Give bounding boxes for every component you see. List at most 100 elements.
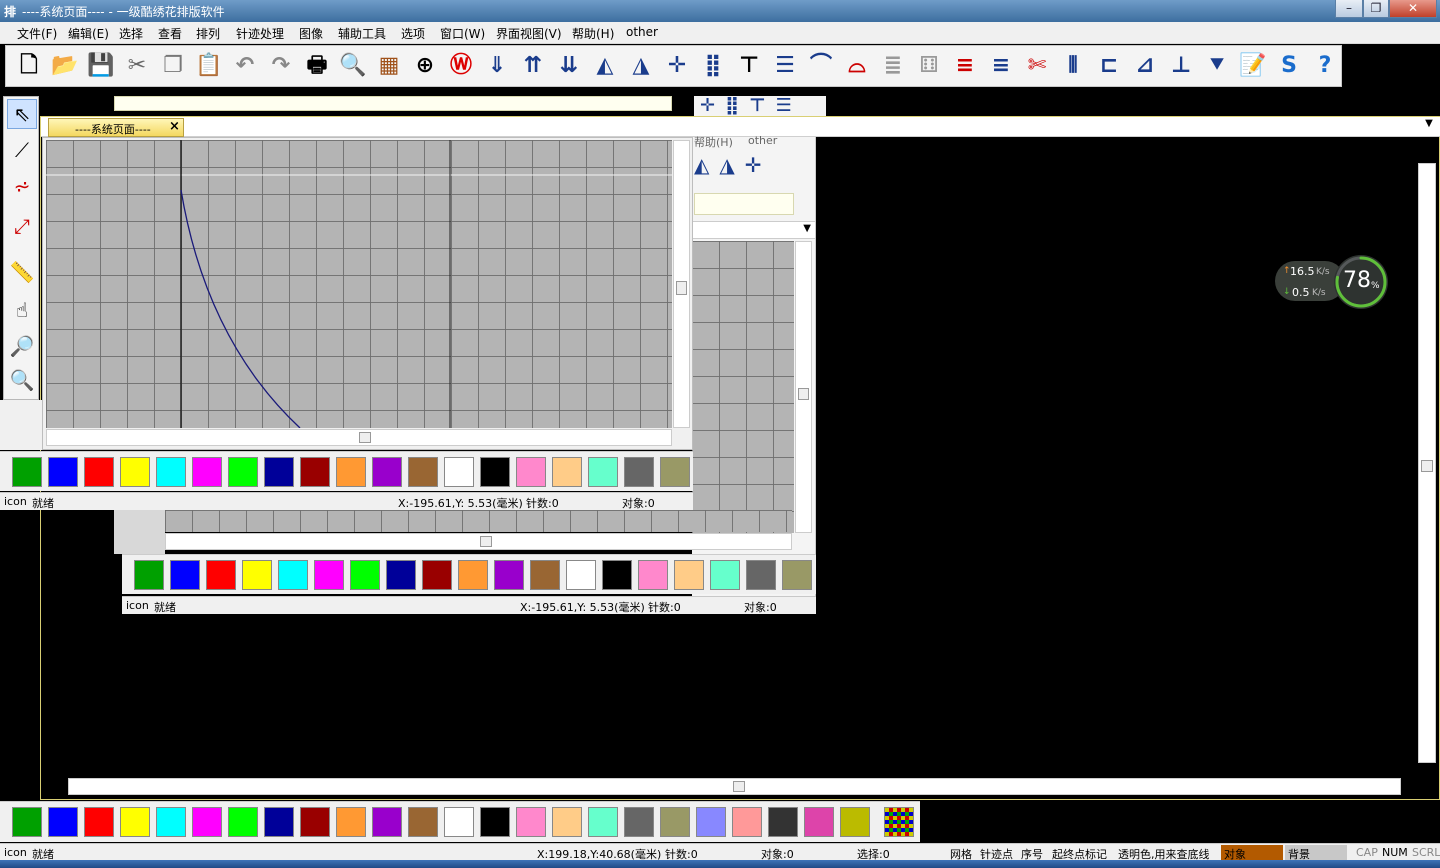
tab-dropdown-icon[interactable]: ▼ xyxy=(1422,118,1436,134)
color-swatch[interactable] xyxy=(638,560,668,590)
color-swatch[interactable] xyxy=(660,807,690,837)
background-color-chip[interactable]: 背景 xyxy=(1285,845,1347,861)
zoom-out-icon[interactable]: 🔍 xyxy=(7,365,37,395)
node-edit-icon[interactable]: ⟋ xyxy=(7,135,37,165)
color-swatch[interactable] xyxy=(746,560,776,590)
help-icon[interactable]: ? xyxy=(1310,51,1340,81)
color-swatch[interactable] xyxy=(624,807,654,837)
color-swatch[interactable] xyxy=(494,560,524,590)
color-swatch[interactable] xyxy=(242,560,272,590)
color-swatch[interactable] xyxy=(696,807,726,837)
color-swatch[interactable] xyxy=(602,560,632,590)
design-canvas[interactable] xyxy=(46,140,672,428)
color-swatch[interactable] xyxy=(336,807,366,837)
emblem-icon[interactable]: Ⓦ xyxy=(446,51,476,81)
color-swatch[interactable] xyxy=(516,457,546,487)
color-swatch[interactable] xyxy=(156,457,186,487)
distribute-icon[interactable]: ☰ xyxy=(770,51,800,81)
color-swatch[interactable] xyxy=(300,457,330,487)
color-swatch[interactable] xyxy=(552,457,582,487)
color-swatch[interactable] xyxy=(840,807,870,837)
color-swatch[interactable] xyxy=(660,457,690,487)
color-swatch[interactable] xyxy=(228,807,258,837)
color-swatch[interactable] xyxy=(300,807,330,837)
color-swatch[interactable] xyxy=(170,560,200,590)
color-swatch[interactable] xyxy=(336,457,366,487)
open-folder-icon[interactable]: 📂 xyxy=(50,51,80,81)
color-swatch[interactable] xyxy=(732,807,762,837)
align-bottom-icon[interactable]: ⊥ xyxy=(1166,51,1196,81)
color-swatch[interactable] xyxy=(84,457,114,487)
cut-icon[interactable]: ✂ xyxy=(122,51,152,81)
align-left-icon[interactable]: ⊏ xyxy=(1094,51,1124,81)
color-swatch[interactable] xyxy=(408,807,438,837)
color-swatch[interactable] xyxy=(588,457,618,487)
align-bottom-left-icon[interactable]: ⊿ xyxy=(1130,51,1160,81)
color-swatch[interactable] xyxy=(386,560,416,590)
color-swatch[interactable] xyxy=(674,560,704,590)
menu-select[interactable]: 选择 xyxy=(119,25,143,42)
object-color-chip[interactable]: 对象 xyxy=(1221,845,1283,861)
color-swatch[interactable] xyxy=(314,560,344,590)
color-swatch[interactable] xyxy=(278,560,308,590)
color-swatch[interactable] xyxy=(480,457,510,487)
menu-view[interactable]: 查看 xyxy=(158,25,182,42)
stitch-line-icon[interactable]: ⤢ xyxy=(7,211,37,241)
color-swatch[interactable] xyxy=(566,560,596,590)
new-file-icon[interactable]: 🗋 xyxy=(14,51,44,81)
align-top-icon[interactable]: ⊤ xyxy=(734,51,764,81)
menu-aux-tools[interactable]: 辅助工具 xyxy=(338,25,386,42)
color-swatch[interactable] xyxy=(206,560,236,590)
stitch-machine-icon[interactable]: ▦ xyxy=(374,51,404,81)
ghost-horizontal-scrollbar[interactable] xyxy=(165,533,792,550)
menu-stitch-processing[interactable]: 针迹处理 xyxy=(236,25,284,42)
print-icon[interactable]: 🖶 xyxy=(302,51,332,81)
color-swatch[interactable] xyxy=(444,807,474,837)
menu-arrange[interactable]: 排列 xyxy=(196,25,220,42)
color-swatch[interactable] xyxy=(134,560,164,590)
color-swatch[interactable] xyxy=(372,457,402,487)
menu-image[interactable]: 图像 xyxy=(299,25,323,42)
color-swatch[interactable] xyxy=(350,560,380,590)
color-swatch[interactable] xyxy=(12,807,42,837)
color-swatch[interactable] xyxy=(588,807,618,837)
color-swatch[interactable] xyxy=(480,807,510,837)
cut-stitch-icon[interactable]: ✄ xyxy=(1022,51,1052,81)
note-icon[interactable]: 📝 xyxy=(1238,51,1268,81)
canvas-horizontal-scrollbar[interactable] xyxy=(46,429,672,446)
bars-blue-red-icon[interactable]: ≡ xyxy=(986,51,1016,81)
menu-interface-view[interactable]: 界面视图(V) xyxy=(496,25,562,42)
print-preview-icon[interactable]: 🔍 xyxy=(338,51,368,81)
save-down-icon[interactable]: ⇓ xyxy=(482,51,512,81)
color-swatch[interactable] xyxy=(516,807,546,837)
color-swatch[interactable] xyxy=(192,457,222,487)
color-swatch[interactable] xyxy=(422,560,452,590)
crosshair-icon[interactable]: ⊕ xyxy=(410,51,440,81)
tab-close-icon[interactable]: × xyxy=(169,119,180,134)
s-logo-icon[interactable]: S xyxy=(1274,51,1304,81)
color-swatch[interactable] xyxy=(84,807,114,837)
import-stitch-icon[interactable]: ⇈ xyxy=(518,51,548,81)
minimize-button[interactable]: – xyxy=(1335,0,1363,18)
color-swatch[interactable] xyxy=(804,807,834,837)
color-swatch[interactable] xyxy=(444,457,474,487)
close-button[interactable]: ✕ xyxy=(1389,0,1437,18)
export-stitch-icon[interactable]: ⇊ xyxy=(554,51,584,81)
mirror-horizontal-icon[interactable]: ◭ xyxy=(590,51,620,81)
color-swatch[interactable] xyxy=(156,807,186,837)
color-swatch[interactable] xyxy=(710,560,740,590)
menu-other[interactable]: other xyxy=(626,25,658,39)
canvas-vertical-scrollbar[interactable] xyxy=(673,140,690,428)
bars-red-blue-icon[interactable]: ≡ xyxy=(950,51,980,81)
menu-file[interactable]: 文件(F) xyxy=(17,25,57,42)
arc-red-icon[interactable]: ⌓ xyxy=(842,51,872,81)
undo-icon[interactable]: ↶ xyxy=(230,51,260,81)
mirror-vertical-icon[interactable]: ◮ xyxy=(626,51,656,81)
paste-icon[interactable]: 📋 xyxy=(194,51,224,81)
color-swatch[interactable] xyxy=(458,560,488,590)
menu-help[interactable]: 帮助(H) xyxy=(572,25,614,42)
color-swatch[interactable] xyxy=(120,807,150,837)
ghost-vertical-scrollbar[interactable] xyxy=(795,241,812,533)
restore-button[interactable]: ❐ xyxy=(1363,0,1389,18)
ruler-icon[interactable]: 📏 xyxy=(7,257,37,287)
